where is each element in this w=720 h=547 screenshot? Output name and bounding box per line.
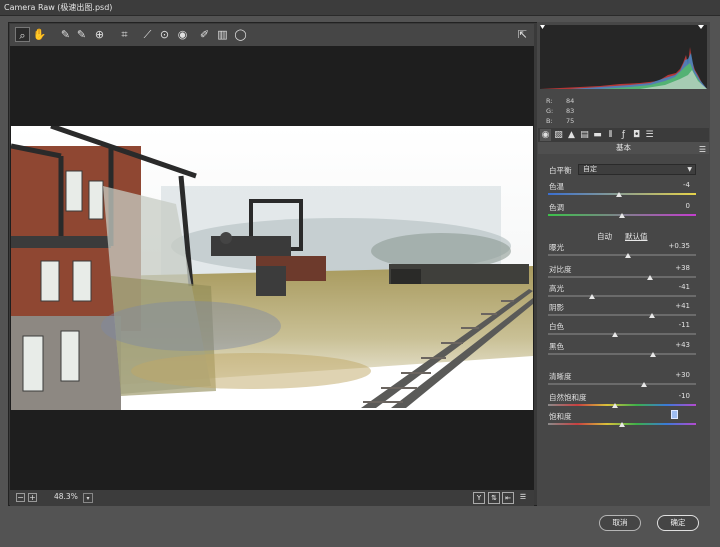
- whites-slider-thumb[interactable]: [611, 332, 618, 337]
- section-title-text: 基本: [616, 143, 631, 152]
- clarity-slider-track[interactable]: [548, 383, 696, 385]
- highlights-label: 高光: [549, 284, 564, 293]
- tab-basic-icon[interactable]: ◉: [540, 129, 551, 141]
- blue-label: B:: [546, 117, 553, 125]
- zoom-dropdown-button[interactable]: ▾: [83, 493, 93, 503]
- highlights-slider-track[interactable]: [548, 295, 696, 297]
- shadows-label: 阴影: [549, 303, 564, 312]
- red-eye-icon[interactable]: ◉: [175, 27, 190, 42]
- zoom-out-button[interactable]: −: [16, 493, 25, 502]
- contrast-label: 对比度: [549, 265, 572, 274]
- tab-tone-curve-icon[interactable]: ▨: [553, 129, 564, 141]
- tab-presets-icon[interactable]: ☰: [644, 129, 655, 141]
- tint-slider-thumb[interactable]: [619, 213, 625, 218]
- tab-effects-icon[interactable]: ƒ: [618, 129, 629, 141]
- saturation-label: 饱和度: [549, 412, 572, 421]
- settings-toggle-icon[interactable]: ☰: [517, 492, 529, 504]
- white-balance-icon[interactable]: ✎: [58, 27, 73, 42]
- copy-settings-icon[interactable]: ⇤: [502, 492, 514, 504]
- image-preview[interactable]: [10, 46, 534, 490]
- vibrance-label: 自然饱和度: [549, 393, 587, 402]
- whites-value[interactable]: -11: [660, 321, 690, 329]
- saturation-value-selection[interactable]: [671, 410, 678, 419]
- tint-label: 色调: [549, 203, 564, 212]
- hand-icon[interactable]: ✋: [32, 27, 47, 42]
- shadows-value[interactable]: +41: [660, 302, 690, 310]
- zoom-in-button[interactable]: +: [28, 493, 37, 502]
- panel-tabs: ◉ ▨ ▲ ▤ ▬ ⦀ ƒ ◘ ☰: [538, 128, 709, 142]
- clarity-slider-thumb[interactable]: [641, 382, 648, 387]
- exposure-slider-thumb[interactable]: [624, 253, 631, 258]
- temperature-label: 色温: [549, 182, 564, 191]
- whites-slider-track[interactable]: [548, 333, 696, 335]
- tab-detail-icon[interactable]: ▲: [566, 129, 577, 141]
- shadows-slider-thumb[interactable]: [648, 313, 655, 318]
- preview-status-bar: − + 48.3% ▾ Y ⇅ ⇤ ☰: [10, 490, 534, 506]
- whites-label: 白色: [549, 322, 564, 331]
- tab-hsl-icon[interactable]: ▤: [579, 129, 590, 141]
- before-after-icon[interactable]: Y: [473, 492, 485, 504]
- shadows-slider-track[interactable]: [548, 314, 696, 316]
- histogram: [540, 25, 707, 89]
- auto-link[interactable]: 自动: [597, 231, 612, 242]
- clarity-value[interactable]: +30: [660, 371, 690, 379]
- targeted-adjustment-icon[interactable]: ⊕: [92, 27, 107, 42]
- zoom-icon[interactable]: ⌕: [15, 27, 30, 42]
- adjustment-brush-icon[interactable]: ✐: [197, 27, 212, 42]
- contrast-value[interactable]: +38: [660, 264, 690, 272]
- exposure-slider-track[interactable]: [548, 254, 696, 256]
- histogram-graph: [540, 25, 707, 89]
- zoom-level: 48.3%: [54, 492, 78, 501]
- exposure-label: 曝光: [549, 243, 564, 252]
- open-preferences-icon[interactable]: ⇱: [515, 27, 530, 42]
- vibrance-slider-thumb[interactable]: [611, 403, 618, 408]
- crop-icon[interactable]: ⌗: [117, 27, 132, 42]
- tint-value[interactable]: 0: [660, 202, 690, 210]
- blacks-label: 黑色: [549, 342, 564, 351]
- camera-raw-window: Camera Raw (极速出图.psd) ⌕ ✋ ✎ ✎ ⊕ ⌗ ⟋ ⊙ ◉ ✐ ▥ ◯ ⇱: [0, 0, 720, 547]
- green-value: 83: [566, 107, 575, 115]
- tab-camera-calibration-icon[interactable]: ◘: [631, 129, 642, 141]
- highlights-value[interactable]: -41: [660, 283, 690, 291]
- blue-value: 75: [566, 117, 575, 125]
- highlights-slider-thumb[interactable]: [589, 294, 596, 299]
- photo-artwork: [11, 126, 533, 410]
- default-link[interactable]: 默认值: [625, 231, 648, 242]
- graduated-filter-icon[interactable]: ▥: [215, 27, 230, 42]
- white-balance-label: 白平衡: [549, 166, 572, 175]
- white-balance-value: 自定: [583, 165, 597, 173]
- green-label: G:: [546, 107, 554, 115]
- saturation-slider-thumb[interactable]: [619, 422, 625, 427]
- spot-removal-icon[interactable]: ⊙: [157, 27, 172, 42]
- rgb-readout: R: 84 G: 83 B: 75: [546, 96, 606, 126]
- ok-button[interactable]: 确定: [657, 515, 699, 531]
- vibrance-slider-track[interactable]: [548, 404, 696, 406]
- preview-photo[interactable]: [11, 126, 533, 410]
- red-label: R:: [546, 97, 553, 105]
- section-basic-title: 基本 ☰: [538, 142, 709, 154]
- swap-before-after-icon[interactable]: ⇅: [488, 492, 500, 504]
- temperature-value[interactable]: -4: [660, 181, 690, 189]
- vibrance-value[interactable]: -10: [660, 392, 690, 400]
- panel-menu-icon[interactable]: ☰: [699, 144, 706, 156]
- blacks-slider-thumb[interactable]: [650, 352, 657, 357]
- tab-split-toning-icon[interactable]: ▬: [592, 129, 603, 141]
- color-sampler-icon[interactable]: ✎: [74, 27, 89, 42]
- chevron-down-icon: ▼: [687, 166, 692, 173]
- window-title: Camera Raw (极速出图.psd): [0, 0, 720, 16]
- straighten-icon[interactable]: ⟋: [140, 27, 155, 42]
- exposure-value[interactable]: +0.35: [660, 242, 690, 250]
- clarity-label: 清晰度: [549, 372, 572, 381]
- temperature-slider-thumb[interactable]: [616, 192, 623, 197]
- tool-bar: ⌕ ✋ ✎ ✎ ⊕ ⌗ ⟋ ⊙ ◉ ✐ ▥ ◯ ⇱: [10, 24, 534, 46]
- tab-lens-icon[interactable]: ⦀: [605, 129, 616, 141]
- cancel-button[interactable]: 取消: [599, 515, 641, 531]
- blacks-slider-track[interactable]: [548, 353, 696, 355]
- blacks-value[interactable]: +43: [660, 341, 690, 349]
- contrast-slider-track[interactable]: [548, 276, 696, 278]
- white-balance-select[interactable]: 自定 ▼: [578, 164, 696, 175]
- contrast-slider-thumb[interactable]: [647, 275, 654, 280]
- radial-filter-icon[interactable]: ◯: [233, 27, 248, 42]
- red-value: 84: [566, 97, 575, 105]
